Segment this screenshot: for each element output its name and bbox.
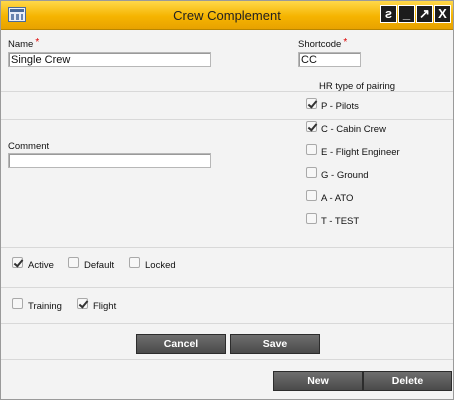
hr-pairing-label: A - ATO: [321, 193, 354, 204]
close-button[interactable]: X: [434, 5, 451, 23]
hr-pairing-checkbox[interactable]: [306, 213, 317, 224]
restore-button[interactable]: ƨ: [380, 5, 397, 23]
locked-checkbox[interactable]: [129, 257, 140, 268]
minimize-button[interactable]: _: [398, 5, 415, 23]
hr-pairing-label: P - Pilots: [321, 101, 359, 112]
hr-pairing-checkbox[interactable]: [306, 121, 317, 132]
hr-pairing-checkbox[interactable]: [306, 144, 317, 155]
name-input[interactable]: [8, 52, 211, 67]
comment-label: Comment: [8, 141, 50, 152]
shortcode-input[interactable]: [298, 52, 361, 67]
hr-pairing-label: C - Cabin Crew: [321, 124, 386, 135]
divider: [1, 287, 453, 288]
flight-checkbox[interactable]: [77, 298, 88, 309]
hr-pairing-title: HR type of pairing: [319, 81, 396, 92]
divider: [1, 119, 453, 120]
save-button[interactable]: Save: [230, 334, 320, 354]
cancel-button[interactable]: Cancel: [136, 334, 226, 354]
training-label: Training: [28, 301, 62, 312]
required-mark: *: [343, 37, 348, 48]
hr-pairing-label: T - TEST: [321, 216, 360, 227]
training-checkbox[interactable]: [12, 298, 23, 309]
hr-pairing-checkbox[interactable]: [306, 190, 317, 201]
hr-pairing-checkbox[interactable]: [306, 98, 317, 109]
new-button[interactable]: New: [273, 371, 363, 391]
divider: [1, 247, 453, 248]
shortcode-label: Shortcode *: [298, 37, 348, 50]
comment-input[interactable]: [8, 153, 211, 168]
active-label: Active: [28, 260, 54, 271]
delete-button[interactable]: Delete: [363, 371, 452, 391]
hr-pairing-label: E - Flight Engineer: [321, 147, 400, 158]
hr-pairing-checkbox[interactable]: [306, 167, 317, 178]
title-bar[interactable]: Crew Complement ƨ _ ↗ X: [1, 1, 453, 30]
shortcode-label-text: Shortcode: [298, 39, 342, 50]
locked-label: Locked: [145, 260, 176, 271]
default-checkbox[interactable]: [68, 257, 79, 268]
flight-label: Flight: [93, 301, 117, 312]
name-label-text: Name: [8, 39, 34, 50]
maximize-button[interactable]: ↗: [416, 5, 433, 23]
name-label: Name *: [8, 37, 40, 50]
divider: [1, 323, 453, 324]
active-checkbox[interactable]: [12, 257, 23, 268]
default-label: Default: [84, 260, 115, 271]
crew-complement-dialog: Crew Complement ƨ _ ↗ X Name* Shortcode*…: [0, 0, 454, 400]
divider: [1, 359, 453, 360]
required-mark: *: [35, 37, 40, 48]
hr-pairing-label: G - Ground: [321, 170, 369, 181]
